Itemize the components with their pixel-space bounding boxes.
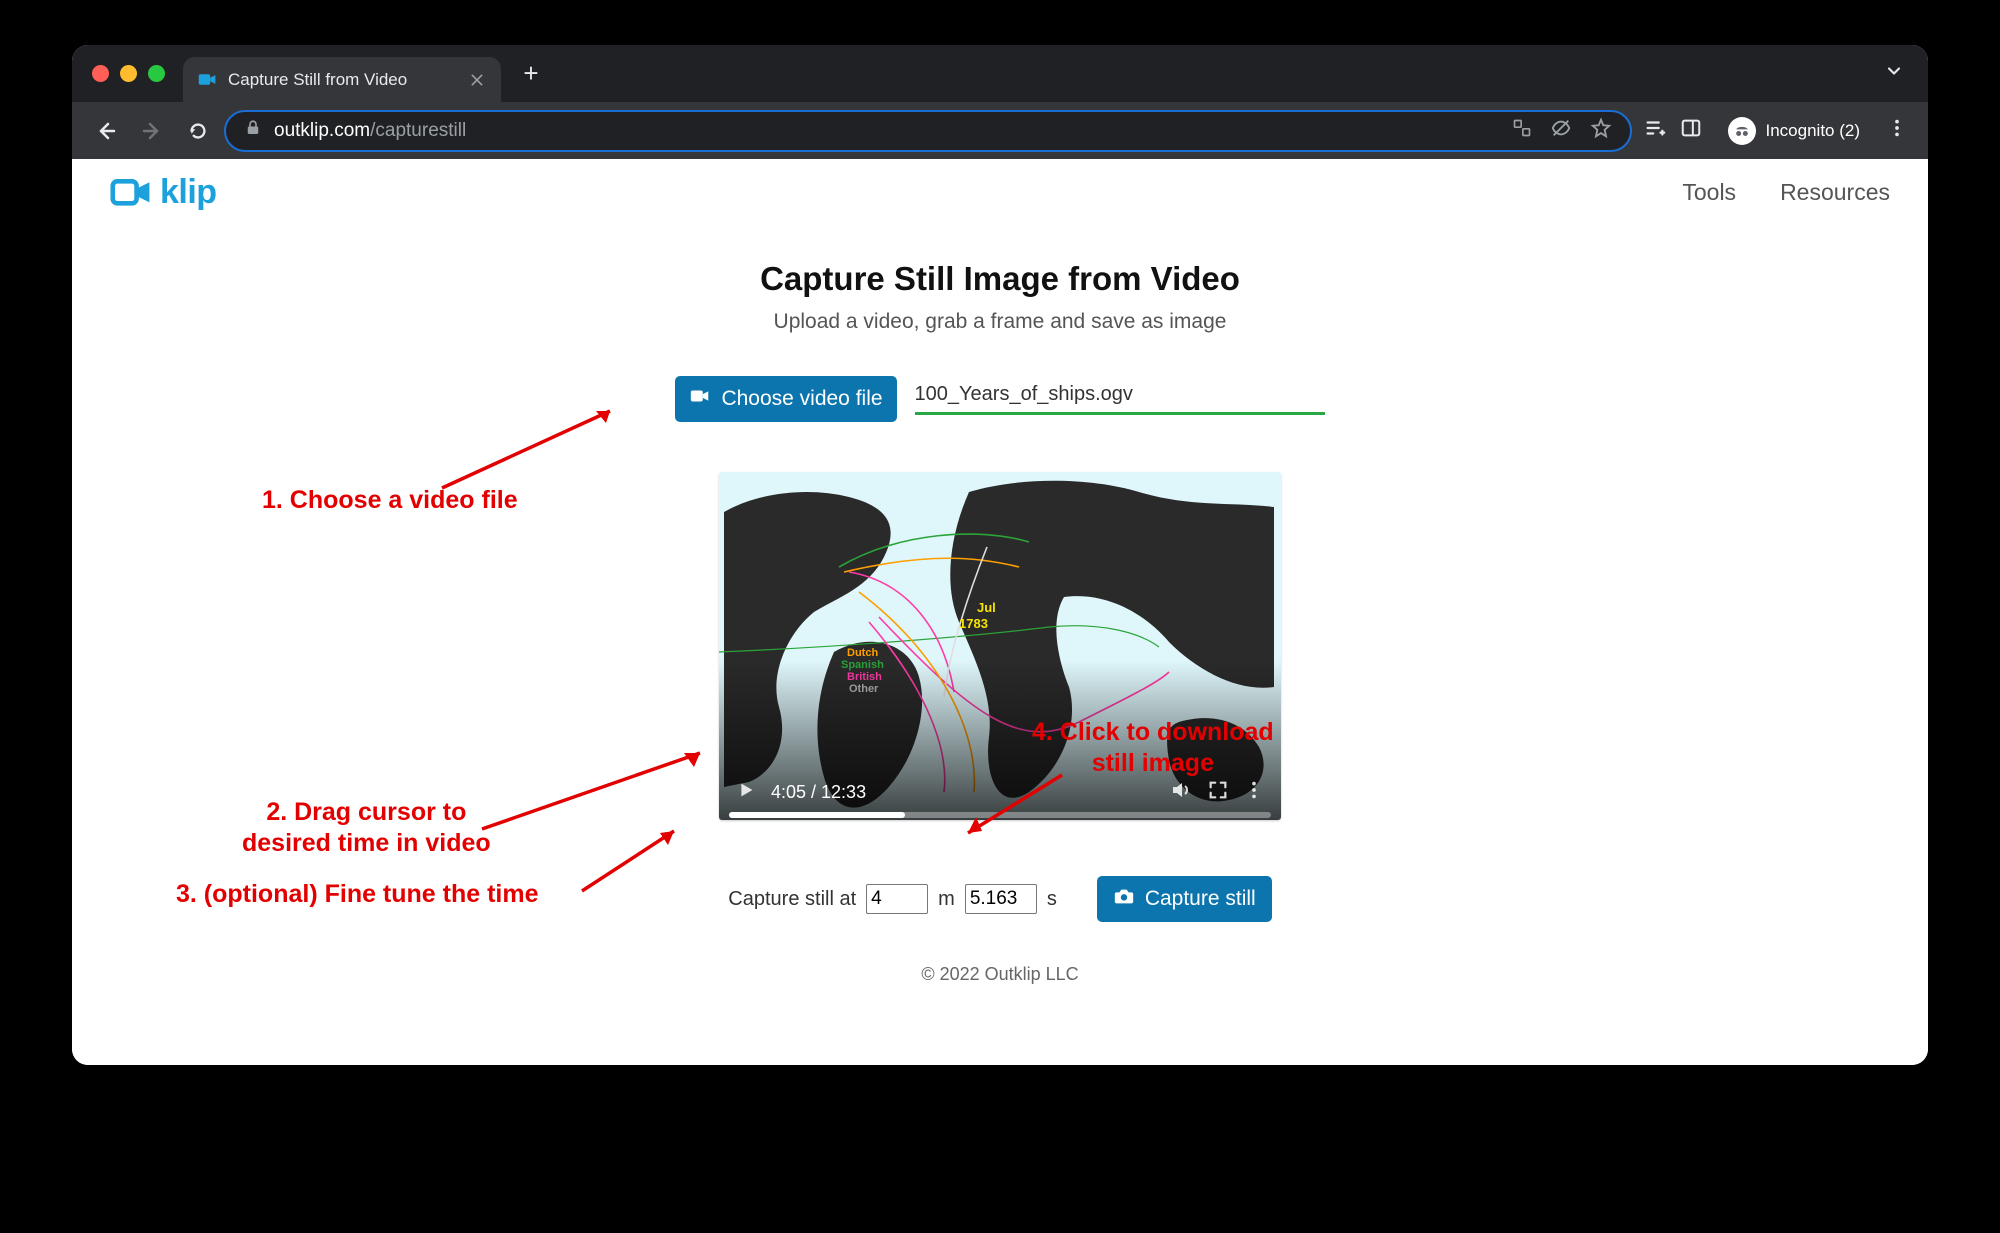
capture-button-label: Capture still [1145, 887, 1256, 911]
back-button[interactable] [86, 111, 126, 151]
video-time-label: 4:05 / 12:33 [771, 782, 866, 803]
minutes-input[interactable] [866, 884, 928, 914]
browser-toolbar: outklip.com/capturestill [72, 102, 1928, 159]
page-content: klip Tools Resources Capture Still Image… [72, 159, 1928, 1065]
address-bar[interactable]: outklip.com/capturestill [224, 110, 1632, 152]
annotation-2: 2. Drag cursor to desired time in video [242, 797, 491, 860]
reload-button[interactable] [178, 111, 218, 151]
tab-close-button[interactable] [467, 70, 487, 90]
browser-right-utils: Incognito (2) [1638, 113, 1915, 149]
video-overlay-year: 1783 [959, 616, 988, 631]
choose-video-label: Choose video file [721, 387, 882, 411]
seconds-unit: s [1047, 888, 1057, 911]
page-subtitle: Upload a video, grab a frame and save as… [72, 310, 1928, 334]
volume-button[interactable] [1169, 778, 1193, 807]
minutes-unit: m [938, 888, 955, 911]
kebab-menu-icon[interactable] [1886, 117, 1908, 144]
browser-tab[interactable]: Capture Still from Video [183, 57, 501, 102]
side-panel-icon[interactable] [1680, 117, 1702, 144]
video-camera-icon [689, 385, 711, 413]
capture-still-button[interactable]: Capture still [1097, 876, 1272, 922]
logo-icon [110, 174, 154, 212]
tab-favicon-icon [197, 69, 218, 90]
translate-icon[interactable] [1512, 118, 1532, 144]
hero: Capture Still Image from Video Upload a … [72, 260, 1928, 334]
tab-title: Capture Still from Video [228, 70, 407, 90]
browser-window: Capture Still from Video + outklip.com/c… [72, 45, 1928, 1065]
window-minimize-button[interactable] [120, 65, 137, 82]
page-title: Capture Still Image from Video [72, 260, 1928, 298]
nav-link-resources[interactable]: Resources [1780, 179, 1890, 206]
new-tab-button[interactable]: + [513, 56, 549, 92]
incognito-label: Incognito (2) [1766, 121, 1861, 141]
capture-label: Capture still at [728, 888, 856, 911]
camera-icon [1113, 885, 1135, 913]
address-bar-actions [1512, 117, 1612, 145]
video-more-button[interactable] [1243, 779, 1265, 806]
url-text: outklip.com/capturestill [274, 120, 466, 142]
window-close-button[interactable] [92, 65, 109, 82]
annotation-4-arrow [954, 767, 1074, 847]
seconds-input[interactable] [965, 884, 1037, 914]
site-logo[interactable]: klip [110, 173, 217, 212]
logo-text: klip [160, 173, 217, 212]
file-info: 100_Years_of_ships.ogv [915, 383, 1325, 415]
eye-off-icon[interactable] [1550, 117, 1572, 145]
footer-copyright: © 2022 Outklip LLC [72, 964, 1928, 985]
reading-list-icon[interactable] [1644, 117, 1666, 144]
bookmark-star-icon[interactable] [1590, 117, 1612, 145]
video-seek-fill [729, 812, 905, 818]
tab-overflow-button[interactable] [1884, 61, 1914, 87]
video-overlay-month: Jul [977, 600, 996, 615]
site-header: klip Tools Resources [72, 159, 1928, 226]
window-fullscreen-button[interactable] [148, 65, 165, 82]
window-titlebar: Capture Still from Video + [72, 45, 1928, 102]
annotation-3: 3. (optional) Fine tune the time [176, 879, 539, 910]
upload-progress-bar [915, 412, 1325, 415]
filename-text: 100_Years_of_ships.ogv [915, 383, 1325, 406]
incognito-indicator[interactable]: Incognito (2) [1716, 113, 1873, 149]
nav-links: Tools Resources [1682, 179, 1890, 206]
annotation-1-arrow [412, 393, 632, 493]
choose-video-button[interactable]: Choose video file [675, 376, 896, 422]
forward-button[interactable] [132, 111, 172, 151]
nav-link-tools[interactable]: Tools [1682, 179, 1736, 206]
incognito-icon [1728, 117, 1756, 145]
fullscreen-button[interactable] [1207, 779, 1229, 806]
play-button[interactable] [735, 779, 757, 806]
window-controls [86, 65, 183, 82]
file-row: Choose video file 100_Years_of_ships.ogv [72, 376, 1928, 422]
lock-icon [244, 119, 262, 143]
annotation-3-arrow [572, 821, 692, 901]
legend-dutch: Dutch [847, 647, 878, 659]
